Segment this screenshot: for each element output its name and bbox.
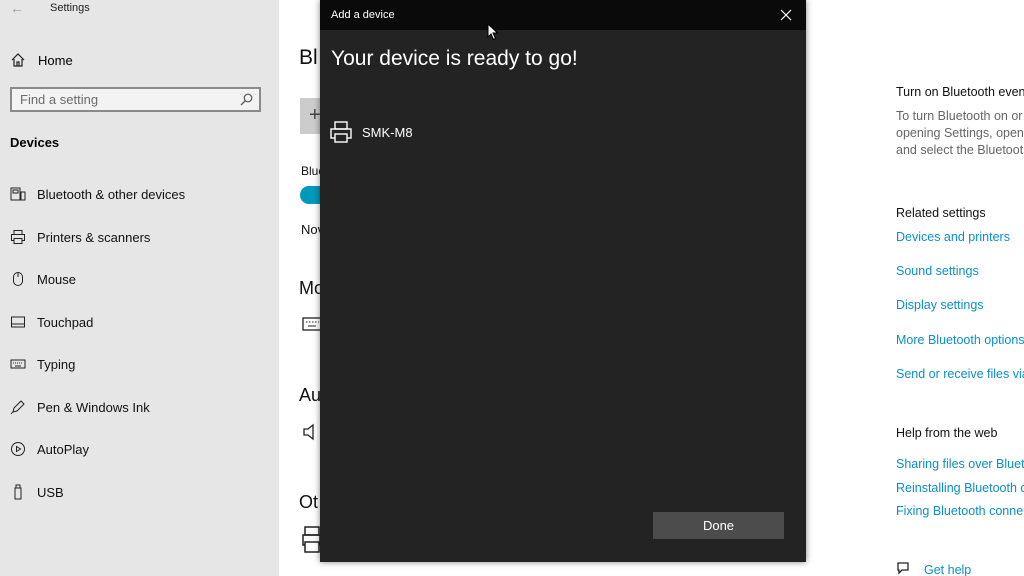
mouse-cursor-icon [487, 23, 499, 41]
sidebar-item-label: Touchpad [37, 314, 94, 330]
sidebar-item-typing[interactable]: Typing [10, 354, 75, 374]
sidebar-item-bluetooth[interactable]: Bluetooth & other devices [10, 184, 185, 204]
link-display-settings[interactable]: Display settings [896, 298, 984, 312]
link-reinstalling-bluetooth[interactable]: Reinstalling Bluetooth d [896, 481, 1024, 495]
sidebar-item-touchpad[interactable]: Touchpad [10, 312, 93, 332]
sidebar-item-home[interactable]: Home [10, 50, 73, 70]
search-input[interactable] [12, 89, 243, 109]
other-section-heading: Ot [299, 492, 319, 512]
back-arrow-icon[interactable]: ← [10, 0, 24, 16]
sidebar-item-label: Mouse [37, 271, 77, 287]
dialog-heading: Your device is ready to go! [331, 47, 578, 70]
touchpad-icon [10, 314, 26, 330]
page-title: Bl [299, 46, 318, 69]
usb-icon [10, 484, 26, 500]
link-devices-and-printers[interactable]: Devices and printers [896, 230, 1010, 244]
sidebar-item-autoplay[interactable]: AutoPlay [10, 439, 89, 459]
section-title: Devices [10, 135, 60, 150]
description-line: To turn Bluetooth on or [896, 109, 1023, 123]
settings-sidebar: ← Settings Home Devices Bluetooth & othe… [0, 0, 279, 576]
keyboard-icon [10, 356, 26, 372]
link-sharing-files[interactable]: Sharing files over Bluet [896, 457, 1024, 471]
sidebar-item-usb[interactable]: USB [10, 482, 64, 502]
sidebar-item-label: Typing [37, 356, 76, 372]
plus-icon: + [309, 104, 321, 126]
add-device-dialog: Add a device Your device is ready to go!… [320, 0, 806, 562]
device-item: SMK-M8 [330, 120, 413, 144]
search-icon[interactable] [240, 93, 253, 106]
printer-icon [302, 526, 320, 553]
search-box[interactable] [10, 87, 261, 112]
device-name: SMK-M8 [362, 124, 413, 140]
close-icon [780, 9, 792, 21]
pen-icon [10, 399, 26, 415]
window-titlebar: ← Settings [0, 0, 279, 18]
description-line: and select the Bluetoot [896, 143, 1024, 157]
turn-on-description: To turn Bluetooth on or opening Settings… [896, 108, 1024, 159]
link-get-help[interactable]: Get help [924, 563, 971, 576]
printer-icon [330, 121, 352, 143]
link-more-bluetooth-options[interactable]: More Bluetooth options [896, 333, 1024, 347]
window-title: Settings [50, 2, 90, 14]
audio-section-heading: Au [299, 385, 322, 405]
turn-on-heading: Turn on Bluetooth even [896, 85, 1024, 99]
sidebar-item-label: AutoPlay [37, 441, 90, 457]
sidebar-item-label: Bluetooth & other devices [37, 186, 186, 202]
printer-icon [10, 229, 26, 245]
sidebar-item-printers[interactable]: Printers & scanners [10, 227, 150, 247]
link-send-receive-files[interactable]: Send or receive files via [896, 367, 1024, 381]
get-help-icon [897, 562, 909, 575]
sidebar-item-pen[interactable]: Pen & Windows Ink [10, 397, 150, 417]
dialog-titlebar: Add a device [320, 0, 806, 30]
link-fixing-bluetooth[interactable]: Fixing Bluetooth conne [896, 504, 1023, 518]
keyboard-icon [302, 317, 322, 331]
bluetooth-toggle[interactable] [300, 186, 322, 204]
link-sound-settings[interactable]: Sound settings [896, 264, 979, 278]
mouse-icon [10, 271, 26, 287]
related-settings-panel: Turn on Bluetooth even To turn Bluetooth… [896, 0, 1024, 576]
related-settings-heading: Related settings [896, 206, 986, 220]
add-device-button[interactable]: + [300, 98, 322, 134]
sidebar-item-label: Home [38, 52, 73, 68]
sidebar-item-mouse[interactable]: Mouse [10, 269, 76, 289]
sidebar-item-label: Pen & Windows Ink [37, 399, 150, 415]
done-button[interactable]: Done [653, 512, 784, 539]
bluetooth-devices-icon [10, 186, 26, 202]
autoplay-icon [10, 441, 26, 457]
home-icon [11, 53, 25, 67]
description-line: opening Settings, open [896, 126, 1024, 140]
sidebar-item-label: USB [37, 484, 64, 500]
dialog-title: Add a device [331, 9, 395, 21]
sidebar-item-label: Printers & scanners [37, 229, 151, 245]
close-button[interactable] [774, 4, 798, 26]
help-heading: Help from the web [896, 426, 998, 440]
speaker-icon [303, 423, 314, 441]
